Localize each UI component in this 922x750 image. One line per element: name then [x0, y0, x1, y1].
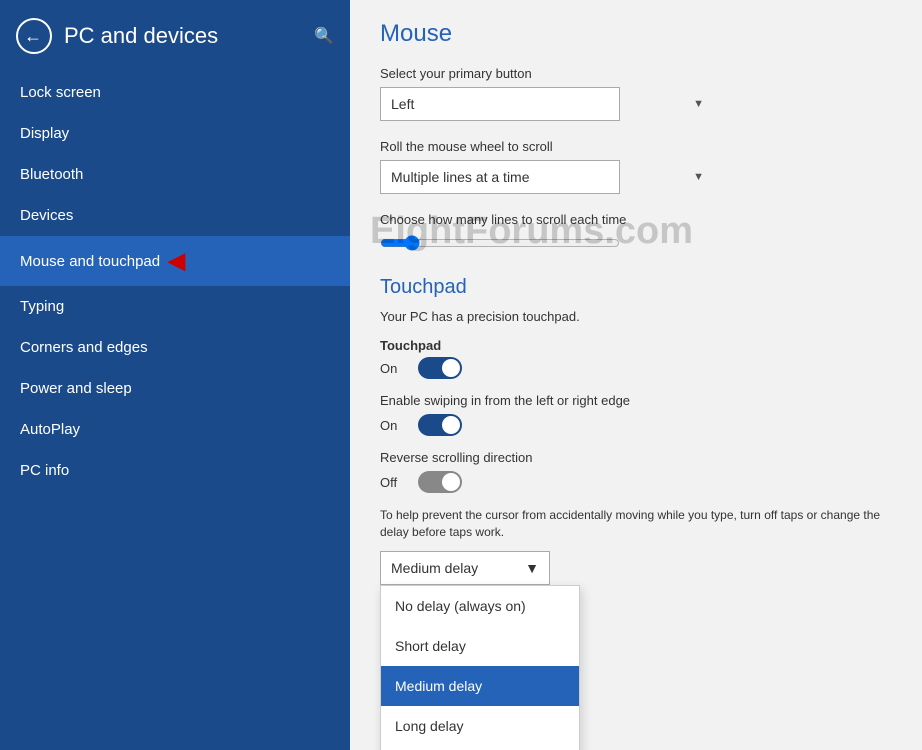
main-content: Mouse Select your primary button Left Ri… — [350, 0, 922, 750]
reverse-label: Reverse scrolling direction — [380, 450, 892, 465]
reverse-toggle-switch[interactable] — [418, 471, 462, 493]
delay-option-label: Long delay — [395, 718, 464, 734]
delay-dropdown-list: No delay (always on) Short delay Medium … — [380, 585, 580, 750]
sidebar-item-label: Typing — [20, 298, 64, 315]
sidebar-item-label: AutoPlay — [20, 421, 80, 438]
delay-dropdown-button[interactable]: Medium delay ▼ — [380, 551, 550, 585]
touchpad-section: Touchpad Your PC has a precision touchpa… — [380, 276, 892, 585]
touchpad-toggle-name: Touchpad — [380, 338, 892, 353]
back-button[interactable]: ← — [16, 18, 52, 54]
sidebar-item-label: Power and sleep — [20, 380, 132, 397]
primary-button-dropdown[interactable]: Left Right — [380, 87, 620, 121]
delay-option-short-delay[interactable]: Short delay — [381, 626, 579, 666]
back-arrow-icon: ← — [24, 27, 42, 45]
mouse-section-title: Mouse — [380, 20, 892, 48]
sidebar-item-corners-and-edges[interactable]: Corners and edges — [0, 327, 350, 368]
swipe-toggle-switch[interactable] — [418, 414, 462, 436]
delay-option-medium-delay[interactable]: Medium delay — [381, 666, 579, 706]
sidebar: ← PC and devices 🔍 Lock screen Display B… — [0, 0, 350, 750]
primary-button-dropdown-wrapper: Left Right ▼ — [380, 87, 892, 121]
delay-dropdown-value: Medium delay — [391, 560, 478, 576]
delay-option-label: Medium delay — [395, 678, 482, 694]
sidebar-item-power-and-sleep[interactable]: Power and sleep — [0, 368, 350, 409]
scroll-dropdown-wrapper: Multiple lines at a time One screen at a… — [380, 160, 892, 194]
delay-dropdown-wrapper: Medium delay ▼ No delay (always on) Shor… — [380, 551, 550, 585]
sidebar-item-label: Bluetooth — [20, 166, 83, 183]
delay-dropdown-chevron-icon: ▼ — [525, 560, 539, 576]
sidebar-item-mouse-and-touchpad[interactable]: Mouse and touchpad ◀ — [0, 236, 350, 286]
delay-option-long-delay[interactable]: Long delay — [381, 706, 579, 746]
reverse-toggle-state: Off — [380, 475, 408, 490]
sidebar-item-lock-screen[interactable]: Lock screen — [0, 72, 350, 113]
sidebar-item-label: Lock screen — [20, 84, 101, 101]
primary-button-label: Select your primary button — [380, 66, 892, 81]
touchpad-toggle-knob — [442, 359, 460, 377]
dropdown-chevron-icon: ▼ — [693, 98, 704, 110]
sidebar-item-label: Devices — [20, 207, 73, 224]
sidebar-item-label: Mouse and touchpad — [20, 253, 160, 270]
touchpad-toggle-row: Touchpad On — [380, 338, 892, 379]
delay-option-label: Short delay — [395, 638, 466, 654]
delay-option-no-delay[interactable]: No delay (always on) — [381, 586, 579, 626]
swipe-label: Enable swiping in from the left or right… — [380, 393, 892, 408]
touchpad-toggle-state-row: On — [380, 357, 892, 379]
sidebar-item-bluetooth[interactable]: Bluetooth — [0, 154, 350, 195]
sidebar-item-pc-info[interactable]: PC info — [0, 450, 350, 491]
active-indicator-arrow: ◀ — [168, 248, 185, 274]
sidebar-header: ← PC and devices 🔍 — [0, 0, 350, 72]
sidebar-nav: Lock screen Display Bluetooth Devices Mo… — [0, 72, 350, 750]
swipe-toggle-knob — [442, 416, 460, 434]
sidebar-item-devices[interactable]: Devices — [0, 195, 350, 236]
sidebar-title: PC and devices — [64, 23, 218, 49]
delay-option-label: No delay (always on) — [395, 598, 526, 614]
search-icon[interactable]: 🔍 — [314, 26, 334, 46]
lines-slider[interactable] — [380, 235, 620, 251]
lines-scroll-label: Choose how many lines to scroll each tim… — [380, 212, 892, 227]
touchpad-toggle-state: On — [380, 361, 408, 376]
swipe-toggle-row: Enable swiping in from the left or right… — [380, 393, 892, 436]
lines-slider-container — [380, 235, 620, 256]
sidebar-item-typing[interactable]: Typing — [0, 286, 350, 327]
reverse-toggle-row: Reverse scrolling direction Off — [380, 450, 892, 493]
reverse-toggle-state-row: Off — [380, 471, 892, 493]
swipe-toggle-state: On — [380, 418, 408, 433]
touchpad-section-title: Touchpad — [380, 276, 892, 299]
sidebar-item-label: Corners and edges — [20, 339, 148, 356]
reverse-toggle-knob — [442, 473, 460, 491]
scroll-dropdown[interactable]: Multiple lines at a time One screen at a… — [380, 160, 620, 194]
sidebar-item-display[interactable]: Display — [0, 113, 350, 154]
touchpad-toggle-switch[interactable] — [418, 357, 462, 379]
tap-help-text: To help prevent the cursor from accident… — [380, 507, 892, 541]
delay-option-turn-off-taps[interactable]: Turn off taps — [381, 746, 579, 750]
swipe-toggle-state-row: On — [380, 414, 892, 436]
touchpad-desc: Your PC has a precision touchpad. — [380, 309, 892, 324]
sidebar-item-label: PC info — [20, 462, 69, 479]
scroll-dropdown-chevron-icon: ▼ — [693, 171, 704, 183]
sidebar-item-autoplay[interactable]: AutoPlay — [0, 409, 350, 450]
scroll-label: Roll the mouse wheel to scroll — [380, 139, 892, 154]
sidebar-item-label: Display — [20, 125, 69, 142]
